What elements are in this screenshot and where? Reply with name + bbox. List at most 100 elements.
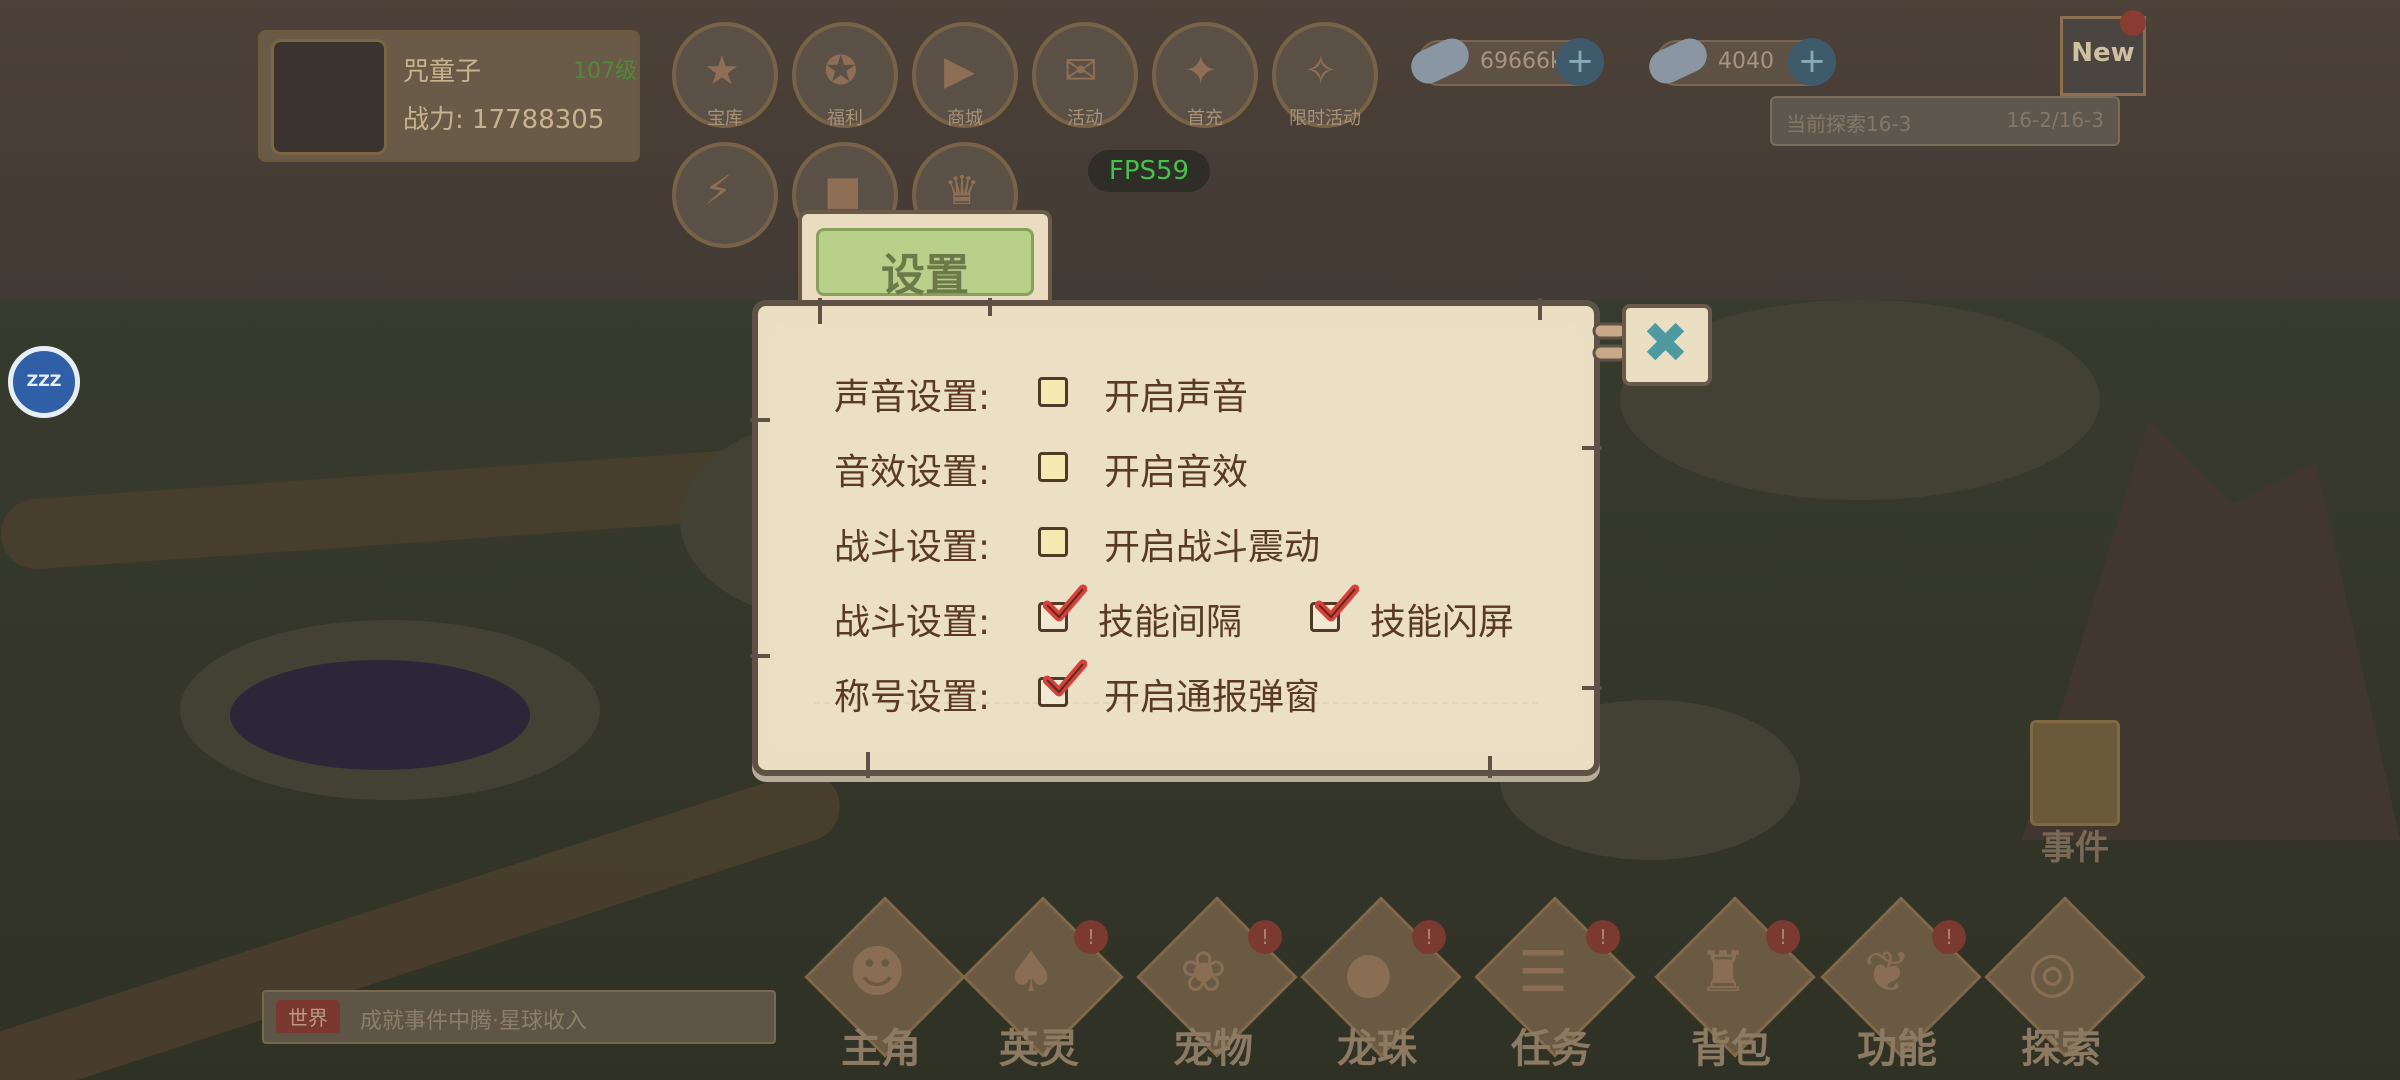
- notification-dot: !: [1586, 920, 1620, 954]
- nav-label: 任务: [1511, 1026, 1591, 1072]
- hud-button-label: 活动: [1067, 108, 1103, 129]
- border-tick: [1488, 756, 1492, 778]
- border-tick: [1538, 298, 1542, 320]
- nav-spirit[interactable]: ♠ ! 英灵: [962, 896, 1124, 1072]
- close-button[interactable]: ✖: [1622, 304, 1712, 386]
- settings-tab: 设置: [798, 210, 1052, 310]
- hud-button-extra[interactable]: ⚡: [672, 142, 778, 248]
- sfx-option-label[interactable]: 开启音效: [1104, 443, 1248, 495]
- nav-label: 主角: [841, 1026, 921, 1072]
- resource-bar: 69666k +: [1405, 32, 1604, 90]
- target-icon: ◎: [2028, 940, 2077, 1005]
- add-resource-button[interactable]: +: [1556, 38, 1604, 86]
- scroll-icon: ☰: [1518, 940, 1569, 1005]
- shop-icon: ▶: [944, 48, 975, 94]
- border-tick: [750, 654, 770, 658]
- clipboard-icon: [2030, 720, 2120, 826]
- player-name: 咒童子: [403, 57, 482, 87]
- gift-icon: ✉: [1064, 48, 1098, 94]
- nav-task[interactable]: ☰ ! 任务: [1474, 896, 1636, 1072]
- skill-flash-checkbox[interactable]: [1310, 584, 1359, 632]
- sfx-checkbox[interactable]: [1038, 452, 1068, 482]
- skill-flash-option-label[interactable]: 技能闪屏: [1370, 593, 1514, 645]
- resource-bar: 4040 +: [1643, 32, 1836, 90]
- hud-button-welfare[interactable]: ✪ 福利: [792, 22, 898, 129]
- hud-button-treasury[interactable]: ★ 宝库: [672, 22, 778, 129]
- nav-label: 宠物: [1173, 1026, 1253, 1072]
- player-level: 107级: [573, 59, 637, 84]
- chat-message: 成就事件中腾·星球收入: [360, 1009, 587, 1034]
- nav-label: 龙珠: [1337, 1026, 1417, 1072]
- hud-button-label: 商城: [947, 108, 983, 129]
- battle-shake-checkbox[interactable]: [1038, 527, 1068, 557]
- fire-icon: ✦: [1184, 48, 1218, 94]
- pet-icon: ❀: [1180, 940, 1227, 1005]
- notification-dot: !: [1074, 920, 1108, 954]
- medal-icon: ✪: [824, 48, 858, 94]
- hero-icon: ✧: [1304, 48, 1338, 94]
- skill-interval-checkbox[interactable]: [1038, 584, 1087, 632]
- sleep-button[interactable]: ZZZ: [8, 346, 80, 418]
- quest-tracker[interactable]: 当前探索16-3 16-2/16-3: [1770, 96, 2120, 146]
- nav-label: 英灵: [999, 1026, 1079, 1072]
- dialog-title: 设置: [881, 250, 969, 301]
- sfx-setting-label: 音效设置:: [834, 452, 991, 493]
- event-button[interactable]: 事件: [2020, 720, 2130, 868]
- hud-button-limited[interactable]: ✧ 限时活动: [1272, 22, 1378, 129]
- sound-checkbox[interactable]: [1038, 377, 1068, 407]
- quest-title: 当前探索16-3: [1786, 112, 1912, 136]
- resource-value: 4040: [1718, 49, 1774, 74]
- nav-pet[interactable]: ❀ ! 宠物: [1136, 896, 1298, 1072]
- border-tick: [750, 418, 770, 422]
- chat-ticker[interactable]: 世界 成就事件中腾·星球收入: [262, 990, 776, 1044]
- broadcast-popup-option-label[interactable]: 开启通报弹窗: [1104, 668, 1320, 720]
- nav-explore[interactable]: ◎ 探索: [1984, 896, 2146, 1072]
- wing-icon: ❦: [1864, 940, 1911, 1005]
- add-resource-button[interactable]: +: [1788, 38, 1836, 86]
- lightning-icon: ⚡: [704, 168, 733, 214]
- checkmark-icon: [1043, 659, 1087, 697]
- hud-button-event[interactable]: ✉ 活动: [1032, 22, 1138, 129]
- event-label: 事件: [2041, 828, 2109, 868]
- hud-button-label: 福利: [827, 108, 863, 129]
- nav-label: 探索: [2021, 1026, 2101, 1072]
- border-tick: [1582, 686, 1602, 690]
- nav-label: 背包: [1691, 1026, 1771, 1072]
- battle-setting-label: 战斗设置:: [834, 527, 991, 568]
- player-power: 战力: 17788305: [403, 105, 605, 135]
- close-icon: ✖: [1642, 311, 1689, 376]
- nav-label: 功能: [1857, 1026, 1937, 1072]
- player-card[interactable]: 咒童子 107级 战力: 17788305: [258, 30, 640, 162]
- hud-button-shop[interactable]: ▶ 商城: [912, 22, 1018, 129]
- battle-shake-option-label[interactable]: 开启战斗震动: [1104, 518, 1320, 570]
- nav-bag[interactable]: ♜ ! 背包: [1654, 896, 1816, 1072]
- avatar: [271, 39, 387, 155]
- border-tick: [818, 298, 822, 324]
- resource-value: 69666k: [1480, 49, 1563, 74]
- quest-progress: 16-2/16-3: [2006, 108, 2104, 132]
- nav-orb[interactable]: ● ! 龙珠: [1300, 896, 1462, 1072]
- notification-dot: !: [1932, 920, 1966, 954]
- star-icon: ★: [704, 48, 740, 94]
- fps-counter: FPS59: [1088, 150, 1210, 192]
- nav-hero[interactable]: ☻ 主角: [804, 896, 966, 1072]
- bag-icon: ♜: [1698, 940, 1749, 1005]
- skill-interval-option-label[interactable]: 技能间隔: [1098, 593, 1242, 645]
- hud-button-label: 宝库: [707, 108, 743, 129]
- hud-button-first-charge[interactable]: ✦ 首充: [1152, 22, 1258, 129]
- notification-dot: !: [1248, 920, 1282, 954]
- box-icon: ■: [824, 168, 862, 214]
- broadcast-popup-checkbox[interactable]: [1038, 659, 1087, 707]
- spirit-icon: ♠: [1006, 940, 1057, 1005]
- sound-option-label[interactable]: 开启声音: [1104, 368, 1248, 420]
- checkmark-icon: [1043, 584, 1087, 622]
- notification-dot: [2120, 10, 2146, 36]
- border-tick: [866, 752, 870, 778]
- nav-function[interactable]: ❦ ! 功能: [1820, 896, 1982, 1072]
- notification-dot: !: [1766, 920, 1800, 954]
- border-tick: [988, 298, 992, 316]
- border-tick: [1582, 446, 1602, 450]
- battle-setting-label-2: 战斗设置:: [834, 602, 991, 643]
- settings-tab-inner: 设置: [816, 228, 1034, 301]
- hud-button-label: 首充: [1187, 108, 1223, 129]
